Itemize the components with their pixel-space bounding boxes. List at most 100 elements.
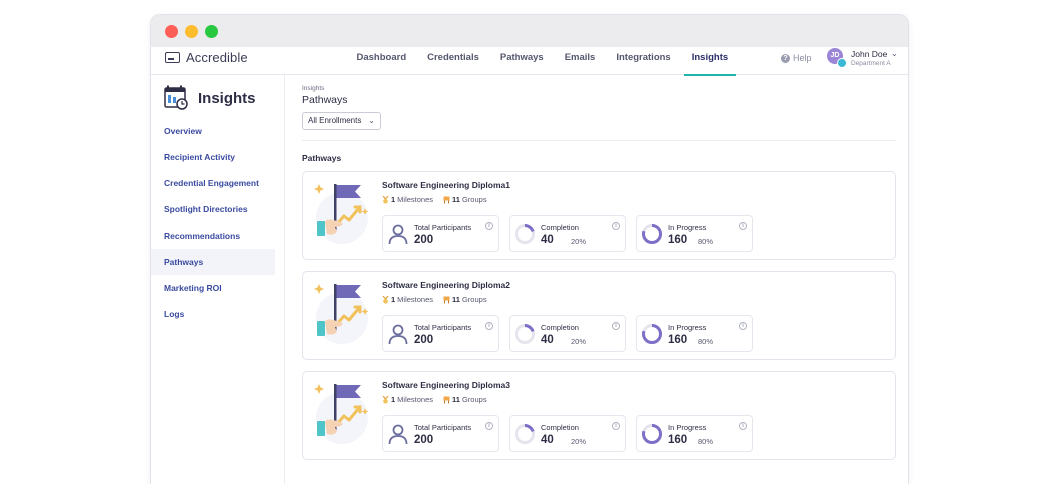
pathway-meta: 1 Milestones 11 Groups bbox=[382, 395, 487, 404]
pathway-card[interactable]: Software Engineering Diploma2 1 Mileston… bbox=[302, 271, 896, 360]
in-progress-label: In Progress bbox=[668, 323, 707, 332]
sidebar-header: Insights bbox=[163, 85, 256, 111]
info-icon[interactable]: i bbox=[612, 422, 620, 430]
in-progress-label: In Progress bbox=[668, 223, 707, 232]
tab-dashboard[interactable]: Dashboard bbox=[346, 47, 417, 75]
help-link[interactable]: ? Help bbox=[781, 53, 812, 63]
app-logo[interactable]: Accredible bbox=[165, 50, 248, 65]
info-icon[interactable]: i bbox=[485, 222, 493, 230]
tab-insights[interactable]: Insights bbox=[681, 47, 738, 76]
in-progress-percent: 80% bbox=[698, 337, 714, 346]
user-icon bbox=[388, 324, 408, 345]
in-progress-stat[interactable]: In Progress 160 80% i bbox=[636, 215, 753, 252]
group-flag-icon bbox=[443, 196, 450, 203]
sidebar-item-pathways[interactable]: Pathways bbox=[151, 249, 275, 275]
main-content: Insights Pathways All Enrollments ⌄ Path… bbox=[302, 85, 896, 163]
info-icon[interactable]: i bbox=[612, 222, 620, 230]
total-participants-label: Total Participants bbox=[414, 423, 472, 432]
total-participants-value: 200 bbox=[414, 234, 434, 246]
pathway-title[interactable]: Software Engineering Diploma2 bbox=[382, 280, 510, 290]
info-icon[interactable]: i bbox=[485, 322, 493, 330]
sidebar-item-credential-engagement[interactable]: Credential Engagement bbox=[151, 170, 275, 196]
completion-percent: 20% bbox=[571, 437, 587, 446]
milestones-value: 1 bbox=[391, 395, 396, 404]
nav-tabs: Dashboard Credentials Pathways Emails In… bbox=[346, 47, 739, 76]
sidebar: Insights Overview Recipient Activity Cre… bbox=[151, 75, 285, 484]
sidebar-item-recommendations[interactable]: Recommendations bbox=[151, 223, 275, 249]
info-icon[interactable]: i bbox=[739, 422, 747, 430]
chevron-down-icon: ⌄ bbox=[368, 116, 375, 125]
groups-label: Groups bbox=[461, 195, 487, 204]
groups-count: 11 Groups bbox=[443, 295, 487, 304]
tab-emails[interactable]: Emails bbox=[554, 47, 606, 75]
in-progress-label: In Progress bbox=[668, 423, 707, 432]
user-menu[interactable]: JD John Doe Department A ⌄ bbox=[827, 48, 907, 72]
user-icon bbox=[388, 424, 408, 445]
info-icon[interactable]: i bbox=[739, 222, 747, 230]
medal-icon bbox=[382, 195, 389, 204]
groups-count: 11 Groups bbox=[443, 195, 487, 204]
pathway-flag-illustration bbox=[314, 284, 369, 344]
total-participants-stat[interactable]: Total Participants 200 i bbox=[382, 315, 499, 352]
completion-value: 40 bbox=[541, 434, 554, 446]
groups-label: Groups bbox=[461, 395, 487, 404]
tab-pathways[interactable]: Pathways bbox=[489, 47, 554, 75]
pathway-card[interactable]: Software Engineering Diploma3 1 Mileston… bbox=[302, 371, 896, 460]
section-label: Pathways bbox=[302, 153, 342, 163]
pathway-meta: 1 Milestones 11 Groups bbox=[382, 195, 487, 204]
sidebar-item-logs[interactable]: Logs bbox=[151, 301, 275, 327]
in-progress-stat[interactable]: In Progress 160 80% i bbox=[636, 315, 753, 352]
close-window-button[interactable] bbox=[165, 25, 178, 38]
pathway-card[interactable]: Software Engineering Diploma1 1 Mileston… bbox=[302, 171, 896, 260]
chevron-down-icon: ⌄ bbox=[891, 49, 898, 58]
tab-integrations[interactable]: Integrations bbox=[606, 47, 681, 75]
completion-stat[interactable]: Completion 40 20% i bbox=[509, 315, 626, 352]
window-titlebar bbox=[151, 15, 908, 47]
milestones-count: 1 Milestones bbox=[382, 195, 433, 204]
total-participants-stat[interactable]: Total Participants 200 i bbox=[382, 215, 499, 252]
minimize-window-button[interactable] bbox=[185, 25, 198, 38]
group-flag-icon bbox=[443, 396, 450, 403]
total-participants-value: 200 bbox=[414, 334, 434, 346]
completion-donut-icon bbox=[515, 224, 535, 244]
enrollment-filter-select[interactable]: All Enrollments ⌄ bbox=[302, 112, 381, 130]
user-icon bbox=[388, 224, 408, 245]
tab-credentials[interactable]: Credentials bbox=[417, 47, 490, 75]
milestones-label: Milestones bbox=[397, 295, 434, 304]
card-logo-icon bbox=[165, 52, 180, 63]
pathway-title[interactable]: Software Engineering Diploma3 bbox=[382, 380, 510, 390]
completion-label: Completion bbox=[541, 423, 579, 432]
in-progress-value: 160 bbox=[668, 234, 688, 246]
in-progress-donut-icon bbox=[642, 224, 662, 244]
pathway-title[interactable]: Software Engineering Diploma1 bbox=[382, 180, 510, 190]
total-participants-value: 200 bbox=[414, 434, 434, 446]
in-progress-donut-icon bbox=[642, 424, 662, 444]
info-icon[interactable]: i bbox=[485, 422, 493, 430]
user-name: John Doe bbox=[851, 49, 888, 59]
completion-label: Completion bbox=[541, 323, 579, 332]
info-icon[interactable]: i bbox=[739, 322, 747, 330]
sidebar-item-marketing-roi[interactable]: Marketing ROI bbox=[151, 275, 275, 301]
in-progress-stat[interactable]: In Progress 160 80% i bbox=[636, 415, 753, 452]
total-participants-stat[interactable]: Total Participants 200 i bbox=[382, 415, 499, 452]
completion-donut-icon bbox=[515, 324, 535, 344]
total-participants-label: Total Participants bbox=[414, 223, 472, 232]
breadcrumb[interactable]: Insights bbox=[302, 85, 896, 92]
insights-report-icon bbox=[164, 85, 188, 110]
completion-stat[interactable]: Completion 40 20% i bbox=[509, 215, 626, 252]
completion-percent: 20% bbox=[571, 237, 587, 246]
sidebar-item-recipient-activity[interactable]: Recipient Activity bbox=[151, 144, 275, 170]
enrollment-filter-value: All Enrollments bbox=[308, 116, 362, 125]
completion-stat[interactable]: Completion 40 20% i bbox=[509, 415, 626, 452]
question-icon: ? bbox=[781, 53, 790, 63]
sidebar-item-spotlight-directories[interactable]: Spotlight Directories bbox=[151, 196, 275, 222]
top-nav: Accredible Dashboard Credentials Pathway… bbox=[151, 47, 908, 76]
sidebar-item-overview[interactable]: Overview bbox=[151, 118, 275, 144]
completion-donut-icon bbox=[515, 424, 535, 444]
sidebar-title: Insights bbox=[198, 89, 256, 107]
maximize-window-button[interactable] bbox=[205, 25, 218, 38]
in-progress-donut-icon bbox=[642, 324, 662, 344]
medal-icon bbox=[382, 395, 389, 404]
info-icon[interactable]: i bbox=[612, 322, 620, 330]
groups-value: 11 bbox=[452, 195, 460, 204]
